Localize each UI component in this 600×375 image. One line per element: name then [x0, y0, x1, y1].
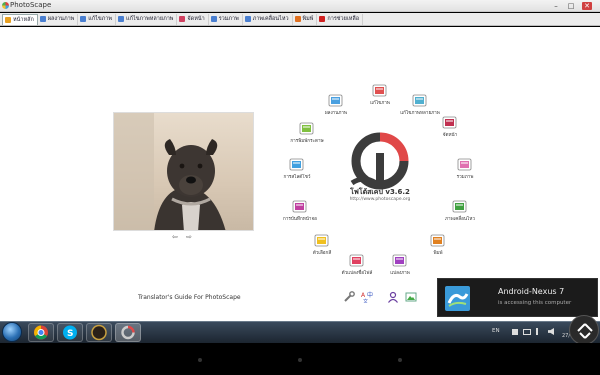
- input-language-indicator[interactable]: EN: [492, 328, 500, 334]
- tab-gif[interactable]: ภาพเคลื่อนไหว: [243, 13, 293, 25]
- tab-help[interactable]: การช่วยเหลือ: [317, 13, 364, 25]
- menu-combine[interactable]: รวมภาพ: [430, 157, 500, 181]
- recents-nav-dot[interactable]: [398, 358, 402, 362]
- user-icon[interactable]: [387, 288, 399, 303]
- menu-color-picker[interactable]: ตัวเลือกสี: [287, 233, 357, 257]
- menu-label: จัดหน้า: [442, 133, 458, 138]
- tab-home[interactable]: หน้าหลัก: [2, 13, 38, 25]
- print-icon: [429, 233, 447, 249]
- app-website: http://www.photoscape.org: [349, 197, 411, 202]
- tab-label: จัดหน้า: [187, 16, 205, 22]
- raw-converter-icon: [391, 253, 409, 269]
- sample-photo: [113, 112, 254, 231]
- android-connection-toast[interactable]: Android-Nexus 7 is accessing this comput…: [437, 278, 598, 317]
- print-icon: [294, 16, 301, 22]
- tools-icon[interactable]: [343, 288, 355, 302]
- tab-print[interactable]: พิมพ์: [293, 13, 318, 25]
- menu-label: ตัวแปลงชื่อไฟล์: [341, 271, 373, 276]
- tab-label: ผลงานภาพ: [47, 16, 75, 22]
- page-icon: [179, 16, 186, 22]
- gif-icon: [451, 199, 469, 215]
- tab-label: พิมพ์: [302, 16, 314, 22]
- android-nav-bar: [0, 343, 600, 375]
- menu-label: ภาพเคลื่อนไหว: [445, 217, 475, 222]
- menu-screen-capture[interactable]: การบันทึกหน้าจอ: [265, 199, 335, 223]
- menu-page[interactable]: จัดหน้า: [415, 115, 485, 139]
- chrome-taskbar-icon[interactable]: [28, 323, 54, 342]
- tab-photo-viewer[interactable]: ผลงานภาพ: [38, 13, 79, 25]
- photoscape-taskbar-icon[interactable]: [115, 323, 141, 342]
- photo-viewer-icon: [327, 93, 345, 109]
- close-button[interactable]: ✕: [582, 2, 592, 10]
- paper-print-icon: [298, 121, 316, 137]
- picture-icon[interactable]: [405, 288, 417, 302]
- color-picker-icon: [313, 233, 331, 249]
- home-nav-dot[interactable]: [298, 358, 302, 362]
- menu-gif[interactable]: ภาพเคลื่อนไหว: [425, 199, 495, 223]
- gif-icon: [244, 16, 251, 22]
- menu-label: การพิมพ์กระดาษ: [290, 139, 324, 144]
- network-icon[interactable]: [536, 328, 543, 335]
- menu-label: ผลงานภาพ: [324, 111, 348, 116]
- tab-editor[interactable]: แก้ไขภาพ: [78, 13, 117, 25]
- tab-label: แก้ไขภาพ: [88, 16, 113, 22]
- tab-combine[interactable]: รวมภาพ: [209, 13, 243, 25]
- screen: PhotoScape – □ ✕ หน้าหลัก ผลงานภาพ แก้ไขภา…: [0, 0, 600, 375]
- tab-label: ภาพเคลื่อนไหว: [252, 16, 289, 22]
- photo-viewer-icon: [39, 16, 46, 22]
- title-bar: PhotoScape – □ ✕: [0, 0, 600, 12]
- translators-guide-link[interactable]: Translator's Guide For PhotoScape: [138, 294, 241, 301]
- screen-capture-icon: [291, 199, 309, 215]
- battery-icon[interactable]: [523, 329, 531, 335]
- toast-message: is accessing this computer: [498, 300, 572, 306]
- combine-icon: [456, 157, 474, 173]
- editor-icon: [80, 16, 87, 22]
- window-title: PhotoScape: [10, 1, 52, 9]
- skype-taskbar-icon[interactable]: S: [57, 323, 83, 342]
- main-panel: ⇦ ⇨ Translator's Guide For PhotoScape โฟ…: [0, 27, 600, 321]
- tab-label: แก้ไขภาพหลายภาพ: [126, 16, 174, 22]
- back-nav-dot[interactable]: [198, 358, 202, 362]
- language-icon[interactable]: A中文: [361, 288, 373, 305]
- home-icon: [5, 16, 11, 23]
- toast-title: Android-Nexus 7: [498, 287, 565, 296]
- volume-icon[interactable]: [548, 328, 554, 335]
- slideshow-icon: [288, 157, 306, 173]
- menu-slideshow[interactable]: การสไลด์โชว์: [262, 157, 332, 181]
- start-button[interactable]: [2, 322, 22, 342]
- batch-editor-icon: [118, 16, 125, 22]
- menu-label: ตัวเลือกสี: [312, 251, 332, 256]
- svg-text:S: S: [67, 329, 73, 339]
- tab-page[interactable]: จัดหน้า: [177, 13, 209, 25]
- menu-paper-print[interactable]: การพิมพ์กระดาษ: [272, 121, 342, 145]
- svg-text:文: 文: [363, 298, 368, 303]
- tab-label: การช่วยเหลือ: [327, 16, 360, 22]
- flag-icon[interactable]: [512, 329, 518, 335]
- photo-nav-arrows[interactable]: ⇦ ⇨: [172, 233, 195, 241]
- help-icon: [319, 16, 326, 22]
- menu-label: รวมภาพ: [456, 175, 474, 180]
- tab-batch-editor[interactable]: แก้ไขภาพหลายภาพ: [116, 13, 178, 25]
- maximize-button[interactable]: □: [566, 2, 576, 10]
- tab-label: หน้าหลัก: [13, 16, 34, 23]
- tab-bar: หน้าหลัก ผลงานภาพ แก้ไขภาพ แก้ไขภาพหลายภาพ จ…: [0, 13, 600, 26]
- tab-label: รวมภาพ: [218, 16, 239, 22]
- menu-label: การบันทึกหน้าจอ: [283, 217, 317, 222]
- svg-text:A: A: [361, 292, 366, 299]
- batch-editor-icon: [411, 93, 429, 109]
- game-taskbar-icon[interactable]: [86, 323, 112, 342]
- photoscape-logo-icon: [348, 131, 412, 191]
- page-icon: [441, 115, 459, 131]
- windows-taskbar: S EN 27/07: [0, 321, 600, 343]
- svg-text:中: 中: [367, 291, 373, 299]
- minimize-button[interactable]: –: [551, 2, 561, 10]
- combine-icon: [210, 16, 217, 22]
- splashtop-icon: [445, 286, 470, 311]
- menu-batch-editor[interactable]: แก้ไขภาพหลายภาพ: [385, 93, 455, 117]
- zoom-toggle-icon[interactable]: [569, 315, 599, 345]
- menu-label: การสไลด์โชว์: [283, 175, 311, 180]
- photoscape-app-icon: [2, 2, 9, 9]
